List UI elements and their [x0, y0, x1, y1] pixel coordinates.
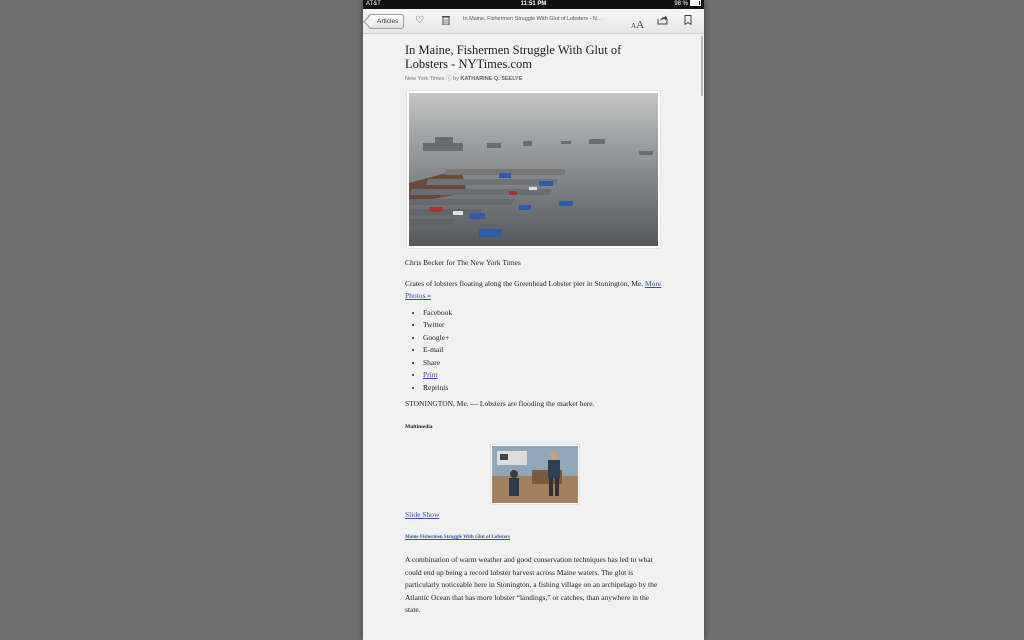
ipad-screen: AT&T 11:51 PM 98 % Articles ♡ In Maine, … — [363, 0, 704, 640]
articles-back-button[interactable]: Articles — [368, 14, 405, 29]
slideshow-thumbnail[interactable] — [491, 444, 579, 504]
by-label: by — [453, 76, 459, 82]
font-size-icon[interactable]: AA — [631, 15, 644, 33]
battery-icon — [690, 0, 701, 7]
slide-show-link[interactable]: Slide Show — [405, 510, 439, 519]
author-name: KATHARINE Q. SEELYE — [460, 76, 523, 82]
share-item[interactable]: Google+ — [423, 332, 663, 345]
photo-credit: Chris Becker for The New York Times — [405, 258, 521, 267]
heart-icon[interactable]: ♡ — [415, 15, 424, 27]
article-headline: In Maine, Fishermen Struggle With Glut o… — [405, 43, 622, 71]
slide-show-link-wrap: Slide Show — [405, 509, 663, 522]
trash-icon[interactable] — [442, 15, 450, 29]
share-list: FacebookTwitterGoogle+E-mailSharePrint Re… — [405, 307, 663, 395]
bookmark-icon[interactable] — [684, 15, 692, 29]
lead-photo[interactable] — [407, 91, 660, 248]
slideshow-title-wrap: Maine Fishermen Struggle With Glut of Lo… — [405, 535, 663, 540]
battery-indicator: 98 % — [674, 0, 701, 9]
photo-caption: Crates of lobsters floating along the Gr… — [405, 278, 663, 303]
clock: 11:51 PM — [520, 1, 547, 7]
print-link[interactable]: Print — [423, 370, 438, 379]
lobster-crates-photo — [409, 93, 658, 246]
battery-percent: 98 % — [674, 1, 688, 7]
share-item[interactable]: Reprints — [423, 382, 663, 395]
slideshow-title-link[interactable]: Maine Fishermen Struggle With Glut of Lo… — [405, 535, 510, 540]
fishermen-photo — [492, 445, 578, 503]
article-body: A combination of warm weather and good c… — [405, 555, 658, 614]
caption-text: Crates of lobsters floating along the Gr… — [405, 278, 645, 288]
status-bar: AT&T 11:51 PM 98 % — [363, 0, 704, 9]
dateline: STONINGTON, Me. — Lobsters are flooding … — [405, 399, 595, 408]
share-item: Print — [423, 369, 663, 382]
share-item[interactable]: Facebook — [423, 307, 663, 320]
share-icon[interactable] — [657, 15, 668, 29]
toolbar-title: In Maine, Fishermen Struggle With Glut o… — [463, 16, 605, 22]
share-item[interactable]: E-mail — [423, 344, 663, 357]
share-item[interactable]: Share — [423, 357, 663, 370]
info-icon: ⓘ — [445, 76, 452, 82]
reader-toolbar: Articles ♡ In Maine, Fishermen Struggle … — [363, 9, 704, 34]
share-item[interactable]: Twitter — [423, 319, 663, 332]
multimedia-heading: Multimedia — [405, 423, 433, 430]
byline: New York Times ⓘ by KATHARINE Q. SEELYE — [405, 74, 663, 82]
source-name: New York Times — [405, 76, 445, 82]
article: In Maine, Fishermen Struggle With Glut o… — [405, 43, 663, 617]
scrollbar[interactable] — [701, 36, 703, 96]
